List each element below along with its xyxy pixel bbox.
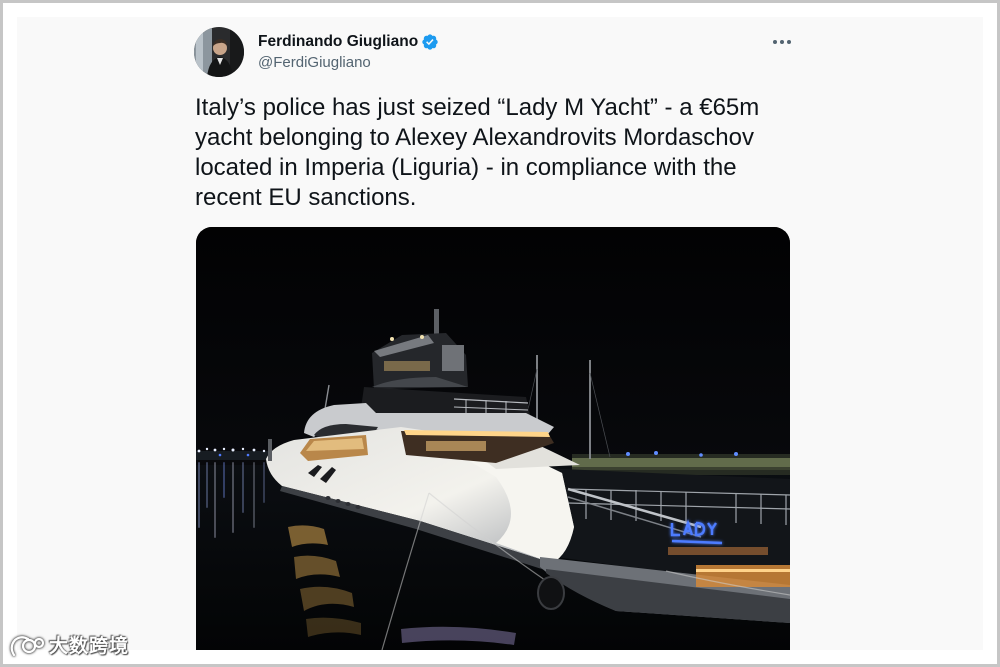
avatar-photo: [194, 27, 244, 77]
tweet-text: Italy’s police has just seized “Lady M Y…: [195, 94, 760, 211]
author-avatar[interactable]: [194, 27, 244, 77]
watermark-logo-icon: [10, 636, 45, 657]
author-handle[interactable]: @FerdiGiugliano: [258, 53, 371, 73]
watermark-text: 大数跨境: [49, 636, 130, 657]
tweet-photo[interactable]: [196, 227, 790, 650]
author-name[interactable]: Ferdinando Giugliano: [258, 32, 418, 52]
verified-badge-icon: [422, 34, 438, 50]
author-name-row: Ferdinando Giugliano: [258, 31, 439, 53]
more-options-button[interactable]: [770, 33, 794, 51]
fender: [537, 576, 565, 610]
watermark: 大数跨境: [8, 633, 129, 661]
yacht-night-photo: [196, 227, 790, 650]
more-dots-icon: [773, 40, 791, 44]
